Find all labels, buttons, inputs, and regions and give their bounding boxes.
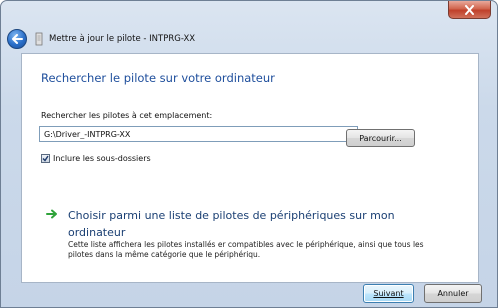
title-bar: Mettre à jour le pilote - INTPRG-XX bbox=[7, 27, 477, 51]
green-arrow-icon bbox=[46, 209, 57, 219]
window-title: Mettre à jour le pilote - INTPRG-XX bbox=[49, 34, 196, 44]
choose-from-list-description: Cette liste affichera les pilotes instal… bbox=[68, 240, 424, 259]
include-subfolders-label: Inclure les sous-dossiers bbox=[53, 154, 151, 163]
checkmark-icon bbox=[42, 155, 49, 162]
path-combobox[interactable]: G:\Driver_-INTPRG-XX bbox=[39, 126, 358, 142]
search-location-label: Rechercher les pilotes à cet emplacement… bbox=[41, 111, 213, 120]
dialog-window: Mettre à jour le pilote - INTPRG-XX Rech… bbox=[0, 0, 498, 308]
back-button[interactable] bbox=[7, 29, 27, 49]
content-panel: Rechercher le pilote sur votre ordinateu… bbox=[21, 53, 479, 283]
footer-bar: Suivant Annuler bbox=[1, 284, 498, 308]
next-button[interactable]: Suivant bbox=[363, 284, 414, 303]
back-arrow-icon bbox=[12, 34, 23, 44]
browse-button[interactable]: Parcourir... bbox=[346, 129, 415, 147]
include-subfolders-checkbox[interactable] bbox=[41, 154, 50, 163]
include-subfolders-row: Inclure les sous-dossiers bbox=[41, 154, 151, 163]
cancel-button[interactable]: Annuler bbox=[424, 284, 482, 303]
choose-from-list-title[interactable]: Choisir parmi une liste de pilotes de pé… bbox=[68, 207, 408, 241]
page-heading: Rechercher le pilote sur votre ordinateu… bbox=[41, 71, 275, 85]
path-input[interactable]: G:\Driver_-INTPRG-XX bbox=[40, 130, 345, 139]
close-button[interactable] bbox=[448, 1, 491, 19]
close-icon bbox=[465, 4, 474, 15]
wizard-icon bbox=[35, 32, 43, 46]
